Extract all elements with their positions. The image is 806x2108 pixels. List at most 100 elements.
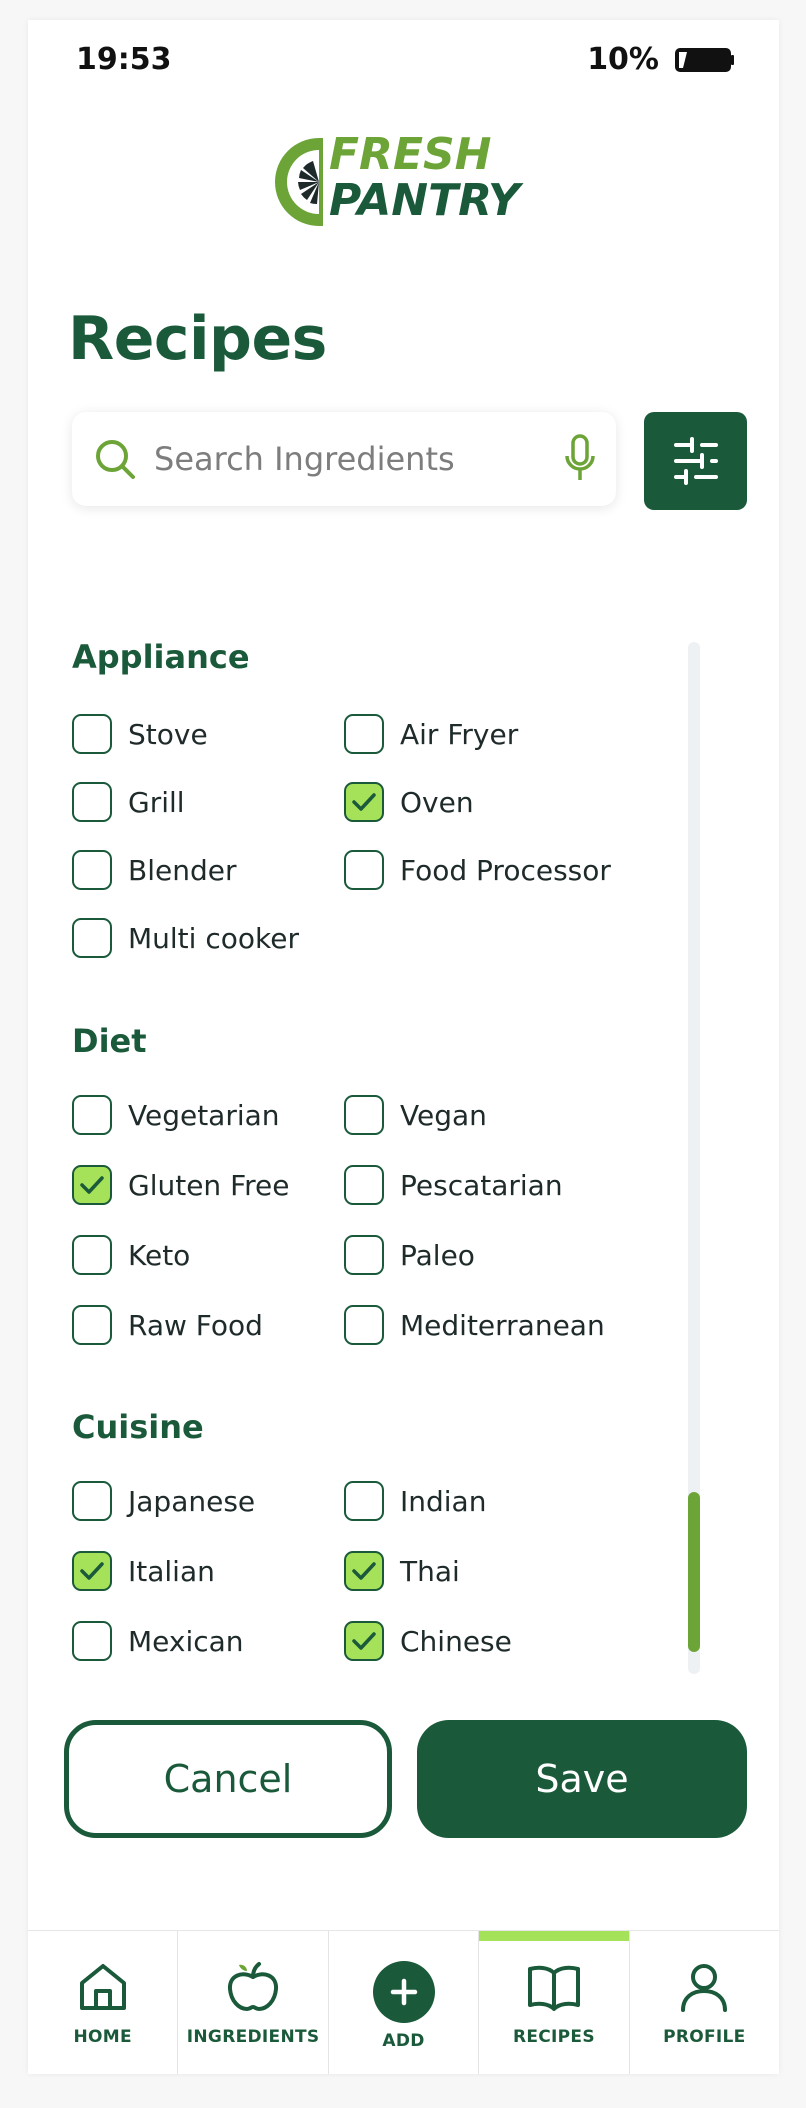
option-stove[interactable]: Stove: [72, 714, 208, 754]
checkbox[interactable]: [72, 1165, 112, 1205]
page-title: Recipes: [68, 304, 327, 374]
tab-label: RECIPES: [512, 2027, 595, 2047]
search-icon: [96, 440, 135, 479]
option-label: Vegan: [400, 1098, 487, 1132]
tab-ingredients[interactable]: INGREDIENTS: [178, 1931, 329, 2074]
book-icon: [527, 1965, 580, 2011]
option-grill[interactable]: Grill: [72, 782, 185, 822]
user-icon: [681, 1964, 728, 2012]
option-label: Chinese: [400, 1624, 512, 1658]
checkbox[interactable]: [72, 1305, 112, 1345]
add-button[interactable]: [372, 1961, 435, 2023]
option-label: Vegetarian: [128, 1098, 280, 1132]
tab-recipes[interactable]: RECIPES: [479, 1931, 630, 2074]
option-oven[interactable]: Oven: [344, 782, 474, 822]
checkbox[interactable]: [72, 1481, 112, 1521]
brand-logo: FRESH PANTRY: [273, 132, 553, 242]
search-bar[interactable]: Search Ingredients: [72, 412, 616, 506]
option-pescatarian[interactable]: Pescatarian: [344, 1165, 563, 1205]
option-label: Paleo: [400, 1238, 475, 1272]
tab-home[interactable]: HOME: [28, 1931, 179, 2074]
checkbox[interactable]: [344, 1235, 384, 1275]
checkbox[interactable]: [72, 1551, 112, 1591]
checkbox[interactable]: [344, 1095, 384, 1135]
checkbox[interactable]: [72, 714, 112, 754]
plus-icon: [390, 1978, 417, 2006]
option-food-processor[interactable]: Food Processor: [344, 850, 611, 890]
app-screen: 19:53 10% FRESH PANTRY Recipes Search In…: [28, 20, 779, 2074]
bottom-tab-bar: HOME INGREDIENTS ADD RECIPES PROFILE: [28, 1930, 779, 2074]
option-label: Grill: [128, 785, 185, 819]
checkbox[interactable]: [72, 1621, 112, 1661]
option-japanese[interactable]: Japanese: [72, 1481, 255, 1521]
option-indian[interactable]: Indian: [344, 1481, 486, 1521]
sliders-icon: [673, 437, 718, 485]
option-label: Raw Food: [128, 1308, 263, 1342]
checkbox[interactable]: [344, 714, 384, 754]
section-title-cuisine: Cuisine: [72, 1408, 204, 1446]
section-title-diet: Diet: [72, 1022, 147, 1060]
checkbox[interactable]: [72, 1095, 112, 1135]
tab-add[interactable]: ADD: [329, 1931, 480, 2074]
option-label: Multi cooker: [128, 921, 299, 955]
option-multi-cooker[interactable]: Multi cooker: [72, 918, 299, 958]
cancel-button[interactable]: Cancel: [64, 1720, 392, 1838]
tab-profile[interactable]: PROFILE: [630, 1931, 779, 2074]
option-label: Japanese: [128, 1484, 256, 1518]
checkbox[interactable]: [344, 1551, 384, 1591]
check-icon: [352, 1562, 376, 1580]
status-time: 19:53: [76, 42, 172, 77]
scrollbar-track[interactable]: [688, 642, 700, 1674]
option-label: Italian: [128, 1554, 215, 1588]
check-icon: [80, 1176, 104, 1194]
checkbox[interactable]: [72, 1235, 112, 1275]
checkbox[interactable]: [344, 1481, 384, 1521]
checkbox[interactable]: [72, 850, 112, 890]
option-blender[interactable]: Blender: [72, 850, 236, 890]
section-title-appliance: Appliance: [72, 638, 250, 676]
logo-word-2: PANTRY: [329, 175, 520, 226]
battery-percent: 10%: [587, 42, 659, 77]
option-label: Blender: [128, 853, 237, 887]
scrollbar-thumb[interactable]: [688, 1492, 700, 1652]
option-air-fryer[interactable]: Air Fryer: [344, 714, 518, 754]
tab-label: PROFILE: [663, 2027, 746, 2047]
checkbox[interactable]: [344, 782, 384, 822]
option-label: Stove: [128, 717, 208, 751]
option-mediterranean[interactable]: Mediterranean: [344, 1305, 605, 1345]
option-chinese[interactable]: Chinese: [344, 1621, 512, 1661]
logo-word-1: FRESH: [329, 129, 492, 180]
option-gluten-free[interactable]: Gluten Free: [72, 1165, 290, 1205]
check-icon: [80, 1562, 104, 1580]
option-label: Thai: [400, 1554, 460, 1588]
option-label: Air Fryer: [400, 717, 519, 751]
status-battery: 10%: [587, 42, 735, 77]
logo-text: FRESH PANTRY: [329, 132, 520, 224]
microphone-icon[interactable]: [564, 434, 596, 484]
save-button[interactable]: Save: [417, 1720, 747, 1838]
option-vegan[interactable]: Vegan: [344, 1095, 487, 1135]
checkbox[interactable]: [344, 850, 384, 890]
option-paleo[interactable]: Paleo: [344, 1235, 475, 1275]
option-label: Food Processor: [400, 853, 611, 887]
option-label: Gluten Free: [128, 1168, 290, 1202]
option-raw-food[interactable]: Raw Food: [72, 1305, 263, 1345]
apple-icon: [228, 1962, 279, 2011]
option-label: Keto: [128, 1238, 191, 1272]
option-vegetarian[interactable]: Vegetarian: [72, 1095, 280, 1135]
checkbox[interactable]: [344, 1621, 384, 1661]
option-italian[interactable]: Italian: [72, 1551, 215, 1591]
option-keto[interactable]: Keto: [72, 1235, 190, 1275]
option-thai[interactable]: Thai: [344, 1551, 460, 1591]
search-input[interactable]: Search Ingredients: [154, 440, 564, 478]
option-label: Indian: [400, 1484, 487, 1518]
checkbox[interactable]: [344, 1165, 384, 1205]
option-label: Mexican: [128, 1624, 244, 1658]
checkbox[interactable]: [72, 918, 112, 958]
option-mexican[interactable]: Mexican: [72, 1621, 244, 1661]
check-icon: [352, 1632, 376, 1650]
home-icon: [79, 1964, 126, 2010]
checkbox[interactable]: [72, 782, 112, 822]
filter-button[interactable]: [644, 412, 747, 510]
checkbox[interactable]: [344, 1305, 384, 1345]
